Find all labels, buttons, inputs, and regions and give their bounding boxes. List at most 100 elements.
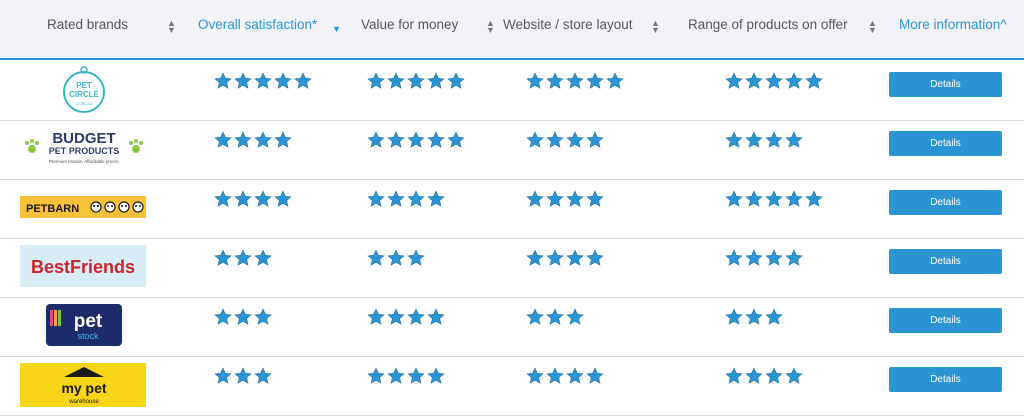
star-icon <box>566 190 584 207</box>
star-icon <box>765 308 783 325</box>
table-row: BestFriends Details <box>0 239 1024 298</box>
ratings-table: Rated brands ▲ ▼ Overall satisfaction* ▼ … <box>0 0 1024 416</box>
brand-logo-cell[interactable]: BUDGET PET PRODUCTS Premium brands. Afford… <box>20 126 148 172</box>
star-icon <box>745 72 763 89</box>
website-layout-stars <box>526 72 626 90</box>
star-icon <box>234 367 252 384</box>
star-icon <box>427 190 445 207</box>
sort-icon[interactable]: ▲ ▼ <box>868 19 877 35</box>
star-icon <box>254 308 272 325</box>
logo-text: warehouse <box>68 399 99 405</box>
star-icon <box>566 308 584 325</box>
range-of-products-stars <box>725 131 805 149</box>
table-header: Rated brands ▲ ▼ Overall satisfaction* ▼ … <box>0 0 1024 60</box>
star-icon <box>526 249 544 266</box>
star-icon <box>566 249 584 266</box>
brand-logo: PETBARN <box>20 196 146 218</box>
header-overall-satisfaction[interactable]: Overall satisfaction* <box>198 0 328 58</box>
star-icon <box>214 308 232 325</box>
star-icon <box>407 308 425 325</box>
star-icon <box>234 131 252 148</box>
star-icon <box>427 131 445 148</box>
logo-text: PET PRODUCTS <box>49 146 120 156</box>
star-icon <box>765 131 783 148</box>
star-icon <box>785 367 803 384</box>
star-icon <box>274 72 292 89</box>
overall-satisfaction-stars <box>214 367 274 385</box>
brand-logo: my pet warehouse <box>20 363 146 407</box>
brand-logo-cell[interactable]: pet stock <box>20 303 148 349</box>
logo-text: BUDGET <box>52 130 115 147</box>
value-for-money-stars <box>367 367 447 385</box>
star-icon <box>254 72 272 89</box>
logo-text: PET <box>76 81 92 90</box>
star-icon <box>294 72 312 89</box>
star-icon <box>234 308 252 325</box>
star-icon <box>745 367 763 384</box>
logo-text: BestFriends <box>31 257 135 277</box>
logo-text: stock <box>77 331 99 341</box>
star-icon <box>407 367 425 384</box>
star-icon <box>367 72 385 89</box>
sort-icon[interactable]: ▲ ▼ <box>486 19 495 35</box>
star-icon <box>526 308 544 325</box>
header-website-store-layout[interactable]: Website / store layout <box>503 0 653 58</box>
table-row: PETBARN Details <box>0 180 1024 239</box>
star-icon <box>805 190 823 207</box>
star-icon <box>387 308 405 325</box>
sort-icon[interactable]: ▲ ▼ <box>651 19 660 35</box>
star-icon <box>725 131 743 148</box>
details-button[interactable]: Details <box>889 308 1002 333</box>
star-icon <box>234 72 252 89</box>
star-icon <box>274 190 292 207</box>
star-icon <box>447 131 465 148</box>
details-button[interactable]: Details <box>889 249 1002 274</box>
website-layout-stars <box>526 190 606 208</box>
star-icon <box>447 72 465 89</box>
star-icon <box>606 72 624 89</box>
brand-logo-cell[interactable]: PETBARN <box>20 185 148 231</box>
star-icon <box>785 131 803 148</box>
star-icon <box>367 131 385 148</box>
table-row: PET CIRCLE .COM.AU Details <box>0 62 1024 121</box>
header-range-of-products[interactable]: Range of products on offer <box>688 0 858 58</box>
website-layout-stars <box>526 308 586 326</box>
brand-logo: PETCIRCLE .COM.AU <box>63 66 105 113</box>
star-icon <box>586 190 604 207</box>
star-icon <box>407 131 425 148</box>
details-button[interactable]: Details <box>889 190 1002 215</box>
star-icon <box>387 131 405 148</box>
star-icon <box>566 367 584 384</box>
logo-text: PETBARN <box>26 203 79 215</box>
value-for-money-stars <box>367 249 427 267</box>
star-icon <box>387 72 405 89</box>
table-row: pet stock Details <box>0 298 1024 357</box>
details-button[interactable]: Details <box>889 131 1002 156</box>
brand-logo-cell[interactable]: my pet warehouse <box>20 362 148 408</box>
star-icon <box>367 308 385 325</box>
header-value-for-money[interactable]: Value for money <box>361 0 481 58</box>
brand-logo-cell[interactable]: BestFriends <box>20 244 148 290</box>
star-icon <box>546 308 564 325</box>
details-button[interactable]: Details <box>889 367 1002 392</box>
website-layout-stars <box>526 131 606 149</box>
star-icon <box>546 249 564 266</box>
star-icon <box>785 72 803 89</box>
header-rated-brands[interactable]: Rated brands <box>47 0 167 58</box>
brand-logo: petstock <box>46 304 122 346</box>
brand-logo-cell[interactable]: PET CIRCLE .COM.AU <box>20 66 148 113</box>
sort-icon[interactable]: ▲ ▼ <box>167 19 176 35</box>
overall-satisfaction-stars <box>214 308 274 326</box>
star-icon <box>725 249 743 266</box>
star-icon <box>387 249 405 266</box>
star-icon <box>725 308 743 325</box>
details-button[interactable]: Details <box>889 72 1002 97</box>
website-layout-stars <box>526 367 606 385</box>
star-icon <box>427 308 445 325</box>
star-icon <box>214 131 232 148</box>
logo-text: my pet <box>61 380 106 396</box>
star-icon <box>546 72 564 89</box>
star-icon <box>427 367 445 384</box>
header-more-information[interactable]: More information^ <box>899 0 1019 58</box>
sort-desc-icon[interactable]: ▼ <box>332 25 341 34</box>
